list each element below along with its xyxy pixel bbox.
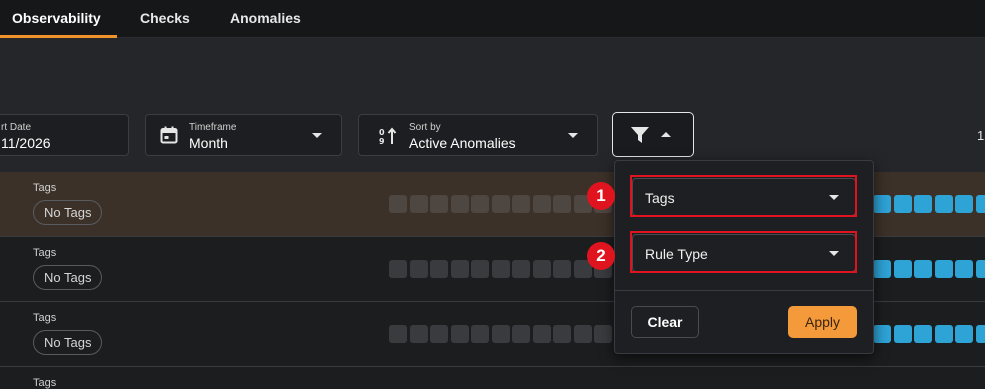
anomaly-cell [532, 195, 551, 213]
anomaly-cell [491, 325, 510, 343]
tag-chip: No Tags [33, 330, 103, 355]
start-date-value: 11/2026 [1, 135, 51, 151]
anomaly-cell [450, 195, 469, 213]
anomaly-cell-active [955, 195, 973, 213]
chevron-down-icon [568, 133, 578, 138]
anomaly-cell [553, 195, 571, 213]
sort-by-select[interactable]: 0 9 Sort by Active Anomalies [358, 114, 598, 156]
anomaly-cell [573, 325, 592, 343]
anomaly-cell [491, 195, 510, 213]
anomaly-cell [512, 195, 530, 213]
anomaly-cell-active [975, 325, 985, 343]
highlight-box-tags [630, 175, 857, 217]
svg-text:0: 0 [379, 128, 385, 137]
tab-anomalies[interactable]: Anomalies [230, 0, 301, 38]
anomaly-cell-active [955, 325, 973, 343]
tab-observability[interactable]: Observability [0, 0, 117, 38]
anomaly-cell [471, 260, 489, 278]
anomaly-cell-active [914, 260, 932, 278]
anomaly-cell [430, 195, 448, 213]
anomaly-cell-active [975, 260, 985, 278]
anomaly-cell-active [893, 260, 912, 278]
anomaly-cell [389, 325, 407, 343]
anomaly-cell [491, 260, 510, 278]
anomaly-cell-active [975, 195, 985, 213]
filter-icon [631, 127, 649, 143]
anomaly-cell [471, 195, 489, 213]
clear-button[interactable]: Clear [631, 306, 699, 338]
chevron-up-icon [661, 132, 671, 137]
anomaly-cell [450, 260, 469, 278]
start-date-field[interactable]: rt Date 11/2026 [0, 114, 129, 156]
anomaly-cell [553, 260, 571, 278]
filter-toggle-button[interactable] [612, 112, 694, 157]
start-date-label: rt Date [1, 122, 32, 133]
chevron-down-icon [312, 133, 322, 138]
sort-numeric-icon: 0 9 [379, 127, 397, 145]
anomaly-cell [594, 325, 612, 343]
tag-chip: No Tags [33, 265, 103, 290]
anomaly-cell [389, 260, 407, 278]
table-row[interactable]: Tags [0, 366, 985, 389]
calendar-icon [160, 126, 178, 144]
sort-by-value: Active Anomalies [409, 135, 516, 151]
timeframe-label: Timeframe [189, 122, 237, 133]
anomaly-cell-active [955, 260, 973, 278]
anomaly-cell-active [934, 325, 953, 343]
anomaly-cell-active [893, 325, 912, 343]
anomaly-cell [409, 325, 428, 343]
step-badge-2: 2 [587, 242, 615, 270]
anomaly-cell-active [893, 195, 912, 213]
anomaly-cell [553, 325, 571, 343]
anomaly-cell [512, 325, 530, 343]
anomaly-cell [450, 325, 469, 343]
anomaly-cell [430, 260, 448, 278]
anomaly-cell-active [914, 195, 932, 213]
anomaly-cell-active [914, 325, 932, 343]
highlight-box-rule-type [630, 231, 857, 273]
anomaly-cell [409, 260, 428, 278]
anomaly-cell-active [934, 260, 953, 278]
tag-chip: No Tags [33, 200, 103, 225]
anomaly-cell [389, 195, 407, 213]
tags-label: Tags [33, 377, 57, 389]
svg-text:9: 9 [379, 137, 385, 145]
tags-label: Tags [33, 247, 57, 259]
sort-by-label: Sort by [409, 122, 441, 133]
anomaly-cell [512, 260, 530, 278]
tags-label: Tags [33, 312, 57, 324]
anomaly-cell-active [873, 325, 891, 343]
apply-button[interactable]: Apply [788, 306, 857, 338]
panel-divider [615, 290, 873, 291]
anomaly-cell [430, 325, 448, 343]
timeframe-value: Month [189, 135, 228, 151]
anomaly-cell-active [873, 195, 891, 213]
step-badge-1: 1 [587, 182, 615, 210]
tags-label: Tags [33, 182, 57, 194]
anomaly-cell [532, 325, 551, 343]
anomaly-cell-active [934, 195, 953, 213]
timeframe-select[interactable]: Timeframe Month [145, 114, 342, 156]
tab-checks[interactable]: Checks [140, 0, 190, 38]
edge-text: 12 [977, 128, 985, 143]
top-tab-bar: Observability Checks Anomalies [0, 0, 985, 38]
anomaly-cell-active [873, 260, 891, 278]
anomaly-cell [471, 325, 489, 343]
anomaly-cell [532, 260, 551, 278]
anomaly-cell [409, 195, 428, 213]
